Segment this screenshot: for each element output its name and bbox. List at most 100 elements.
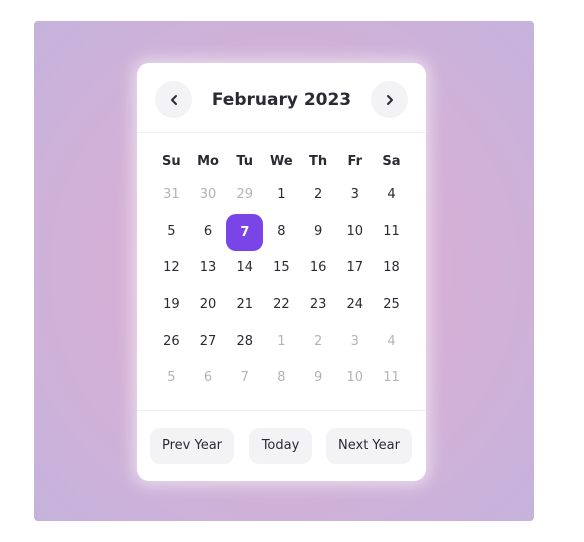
day-number: 3	[350, 187, 359, 203]
day-number: 7	[226, 213, 264, 251]
month-title: February 2023	[211, 90, 352, 110]
calendar-header: February 2023	[137, 63, 426, 133]
day-cell[interactable]: 7	[226, 360, 263, 396]
day-cell[interactable]: 27	[190, 324, 227, 360]
day-number: 5	[167, 223, 176, 239]
day-cell[interactable]: 30	[190, 177, 227, 213]
chevron-left-icon	[170, 94, 177, 105]
day-cell[interactable]: 19	[153, 287, 190, 323]
day-cell[interactable]: 2	[300, 324, 337, 360]
day-number: 5	[167, 370, 176, 386]
day-number: 31	[163, 187, 180, 203]
week-row: 19 20 21 22 23 24 25	[153, 287, 410, 324]
calendar-grid: Su Mo Tu We Th Fr Sa 31 30 29 1 2 3 4 5 6 7 8 9 10 11…	[153, 145, 410, 397]
day-number: 25	[383, 297, 400, 313]
day-cell[interactable]: 13	[190, 250, 227, 286]
today-button[interactable]: Today	[249, 428, 312, 464]
day-number: 18	[383, 260, 400, 276]
week-row: 5 6 7 8 9 10 11	[153, 360, 410, 397]
day-number: 3	[350, 333, 359, 349]
weekday-label: Mo	[197, 153, 219, 169]
day-cell[interactable]: 4	[373, 177, 410, 213]
day-cell[interactable]: 17	[336, 250, 373, 286]
day-cell[interactable]: 20	[190, 287, 227, 323]
day-cell[interactable]: 6	[190, 214, 227, 250]
week-row: 5 6 7 8 9 10 11	[153, 213, 410, 251]
day-number: 10	[346, 223, 364, 239]
day-cell[interactable]: 31	[153, 177, 190, 213]
day-number: 24	[346, 297, 364, 313]
day-number: 8	[277, 370, 286, 386]
day-cell[interactable]: 5	[153, 360, 190, 396]
day-number: 17	[346, 260, 364, 276]
day-number: 9	[313, 223, 323, 239]
day-cell[interactable]: 3	[336, 324, 373, 360]
day-cell[interactable]: 5	[153, 214, 190, 250]
day-cell[interactable]: 11	[373, 360, 410, 396]
day-cell[interactable]: 4	[373, 324, 410, 360]
day-number: 30	[199, 187, 217, 203]
day-number: 6	[203, 370, 213, 386]
day-cell[interactable]: 10	[336, 360, 373, 396]
day-cell[interactable]: 3	[336, 177, 373, 213]
day-number: 7	[240, 370, 249, 386]
day-cell-selected[interactable]: 7	[226, 213, 264, 251]
next-year-button[interactable]: Next Year	[326, 428, 412, 464]
day-number: 1	[277, 187, 286, 203]
day-cell[interactable]: 9	[300, 214, 337, 250]
day-cell[interactable]: 15	[263, 250, 300, 286]
day-cell[interactable]: 6	[190, 360, 227, 396]
day-cell[interactable]: 18	[373, 250, 410, 286]
weekday-label: Th	[309, 153, 328, 169]
weekday-label: Fr	[347, 153, 363, 169]
day-number: 2	[313, 333, 323, 349]
weekday-label: Su	[162, 153, 181, 169]
day-number: 16	[309, 260, 327, 276]
day-cell[interactable]: 24	[336, 287, 373, 323]
day-number: 11	[383, 370, 400, 386]
day-number: 13	[199, 260, 217, 276]
day-cell[interactable]: 23	[300, 287, 337, 323]
day-cell[interactable]: 2	[300, 177, 337, 213]
chevron-right-icon	[386, 94, 393, 105]
day-number: 21	[236, 297, 253, 313]
day-cell[interactable]: 11	[373, 214, 410, 250]
week-row: 31 30 29 1 2 3 4	[153, 177, 410, 214]
day-number: 10	[346, 370, 364, 386]
day-number: 20	[199, 297, 217, 313]
day-number: 12	[163, 260, 180, 276]
day-number: 11	[383, 223, 400, 239]
day-number: 19	[163, 297, 180, 313]
prev-year-button[interactable]: Prev Year	[150, 428, 234, 464]
day-cell[interactable]: 14	[226, 250, 263, 286]
day-number: 27	[199, 333, 217, 349]
day-cell[interactable]: 25	[373, 287, 410, 323]
day-cell[interactable]: 8	[263, 360, 300, 396]
day-number: 6	[203, 223, 213, 239]
day-number: 22	[273, 297, 290, 313]
day-cell[interactable]: 29	[226, 177, 263, 213]
week-row: 12 13 14 15 16 17 18	[153, 250, 410, 287]
week-row: 26 27 28 1 2 3 4	[153, 323, 410, 360]
day-cell[interactable]: 26	[153, 324, 190, 360]
weekday-row: Su Mo Tu We Th Fr Sa	[153, 145, 410, 177]
day-cell[interactable]: 1	[263, 177, 300, 213]
day-number: 4	[387, 187, 396, 203]
day-cell[interactable]: 12	[153, 250, 190, 286]
day-number: 9	[313, 370, 323, 386]
day-number: 28	[236, 333, 253, 349]
day-cell[interactable]: 10	[336, 214, 373, 250]
day-cell[interactable]: 1	[263, 324, 300, 360]
day-number: 1	[277, 333, 286, 349]
day-cell[interactable]: 8	[263, 214, 300, 250]
day-cell[interactable]: 21	[226, 287, 263, 323]
day-cell[interactable]: 22	[263, 287, 300, 323]
next-month-button[interactable]	[371, 81, 408, 118]
day-cell[interactable]: 28	[226, 324, 263, 360]
day-cell[interactable]: 16	[300, 250, 337, 286]
day-number: 15	[273, 260, 290, 276]
weekday-label: Sa	[382, 153, 401, 169]
calendar-footer: Prev Year Today Next Year	[137, 410, 426, 482]
day-cell[interactable]: 9	[300, 360, 337, 396]
day-number: 4	[387, 333, 396, 349]
